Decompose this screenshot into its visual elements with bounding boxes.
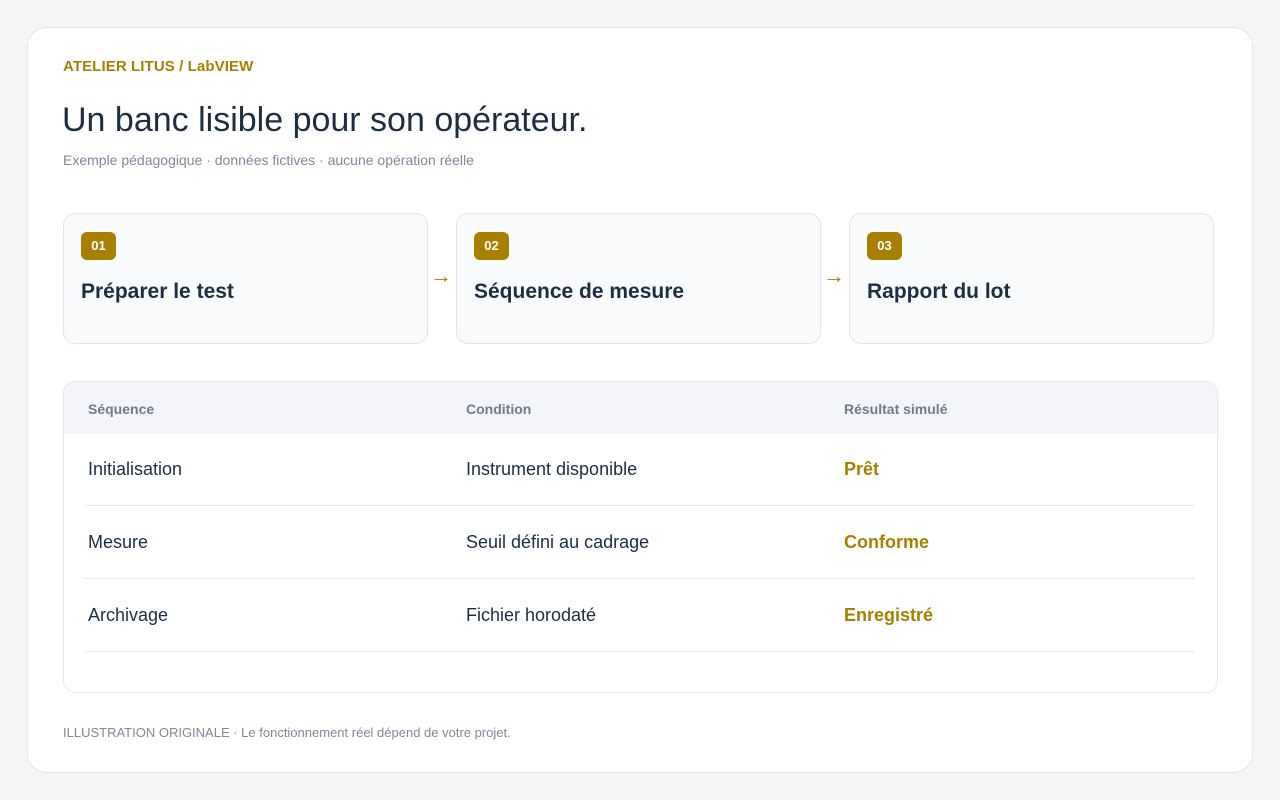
- page-subtitle: Exemple pédagogique · données fictives ·…: [63, 152, 474, 168]
- step-number-badge: 03: [867, 232, 902, 260]
- cell-condition: Instrument disponible: [466, 459, 638, 479]
- table-row: Mesure Seuil défini au cadrage Conforme: [84, 505, 1195, 579]
- step-title: Préparer le test: [81, 280, 234, 303]
- table-row: Initialisation Instrument disponible Prê…: [84, 432, 1195, 506]
- table-header: Séquence Condition Résultat simulé: [64, 382, 1217, 434]
- cell-sequence: Mesure: [88, 532, 149, 552]
- cell-result: Prêt: [844, 459, 880, 479]
- sequence-table: Séquence Condition Résultat simulé Initi…: [63, 381, 1218, 693]
- cell-condition: Fichier horodaté: [466, 605, 597, 625]
- brand-eyebrow: ATELIER LITUS / LabVIEW: [63, 58, 254, 75]
- process-steps: 01 Préparer le test → 02 Séquence de mes…: [63, 213, 1215, 344]
- cell-condition: Seuil défini au cadrage: [466, 532, 650, 552]
- step-number-badge: 02: [474, 232, 509, 260]
- cell-sequence: Archivage: [88, 605, 169, 625]
- step-card-1: 01 Préparer le test: [63, 213, 428, 344]
- arrow-right-icon: →: [823, 263, 845, 288]
- cell-sequence: Initialisation: [88, 459, 183, 479]
- step-title: Séquence de mesure: [474, 280, 685, 303]
- page-title: Un banc lisible pour son opérateur.: [62, 101, 588, 139]
- step-card-2: 02 Séquence de mesure: [456, 213, 821, 344]
- arrow-right-icon: →: [430, 263, 452, 288]
- table-row: Archivage Fichier horodaté Enregistré: [84, 578, 1195, 652]
- step-number-badge: 01: [81, 232, 116, 260]
- column-header-sequence: Séquence: [88, 401, 155, 417]
- main-card: ATELIER LITUS / LabVIEW Un banc lisible …: [27, 27, 1253, 773]
- step-card-3: 03 Rapport du lot: [849, 213, 1214, 344]
- cell-result: Enregistré: [844, 605, 934, 625]
- step-title: Rapport du lot: [867, 280, 1011, 303]
- column-header-result: Résultat simulé: [844, 401, 948, 417]
- footer-note: ILLUSTRATION ORIGINALE · Le fonctionneme…: [63, 725, 511, 740]
- cell-result: Conforme: [844, 532, 929, 552]
- column-header-condition: Condition: [466, 401, 532, 417]
